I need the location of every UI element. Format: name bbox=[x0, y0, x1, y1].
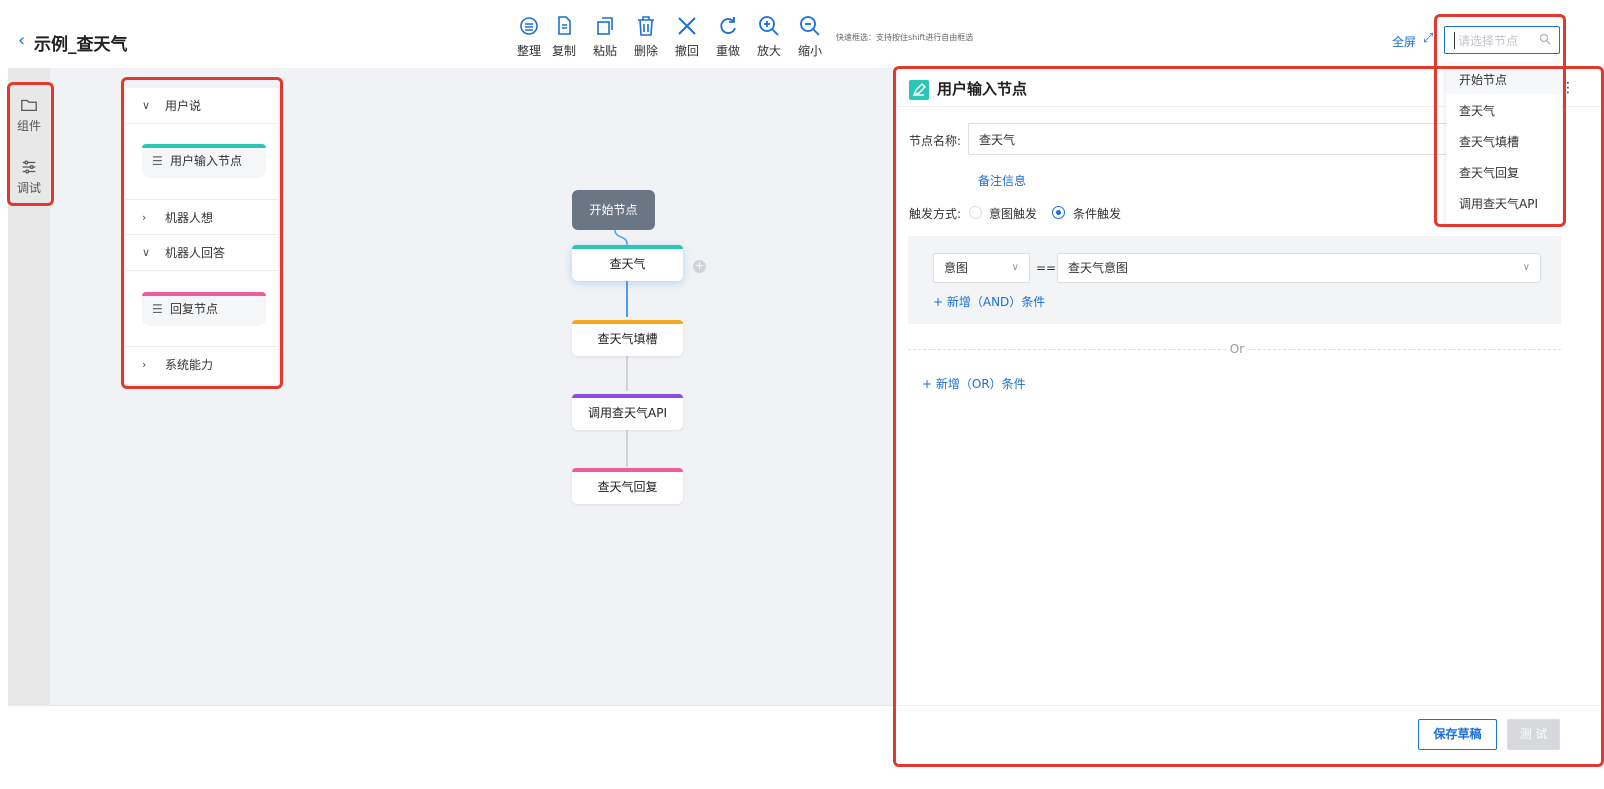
chevron-down-icon: ∨ bbox=[142, 246, 151, 259]
drag-handle-icon: ☰ bbox=[152, 302, 163, 316]
node-dropdown: 开始节点 查天气 查天气填槽 查天气回复 调用查天气API bbox=[1446, 64, 1562, 224]
node-name-label: 节点名称: bbox=[909, 134, 962, 148]
condition-value-select[interactable]: 查天气意图 ∨ bbox=[1057, 253, 1541, 283]
add-and-condition-link[interactable]: + 新增（AND）条件 bbox=[933, 293, 1045, 310]
search-icon bbox=[1539, 33, 1551, 45]
node-color-bar bbox=[572, 394, 683, 398]
trigger-condition-label: 条件触发 bbox=[1073, 207, 1122, 221]
toolbar-undo-button[interactable]: 撤回 bbox=[667, 14, 707, 59]
folder-icon bbox=[21, 99, 37, 112]
chevron-down-icon: ∨ bbox=[1522, 262, 1530, 273]
zoom-out-icon bbox=[800, 16, 820, 36]
flow-node-weather-reply[interactable]: 查天气回复 bbox=[572, 468, 683, 504]
flow-node-weather[interactable]: 查天气 bbox=[572, 245, 683, 281]
chevron-down-icon: ∨ bbox=[142, 99, 151, 112]
flow-node-start[interactable]: 开始节点 bbox=[572, 190, 655, 230]
node-search-input[interactable] bbox=[1454, 32, 1534, 49]
toolbar-paste-button[interactable]: 粘贴 bbox=[585, 14, 625, 59]
rail-debug-button[interactable]: 调试 bbox=[8, 158, 50, 196]
divider bbox=[897, 705, 1604, 706]
toolbar-arrange-button[interactable]: 整理 bbox=[509, 14, 549, 59]
redo-icon bbox=[720, 17, 736, 34]
expand-icon[interactable]: ⤢ bbox=[1423, 31, 1433, 46]
edit-icon bbox=[909, 80, 929, 100]
sliders-icon bbox=[22, 160, 36, 174]
toolbar-redo-button[interactable]: 重做 bbox=[708, 14, 748, 59]
close-icon bbox=[678, 17, 696, 35]
add-or-condition-link[interactable]: + 新增（OR）条件 bbox=[922, 375, 1026, 392]
chevron-down-icon: ∨ bbox=[1011, 262, 1019, 273]
test-button[interactable]: 测 试 bbox=[1507, 719, 1560, 750]
or-label: Or bbox=[1227, 340, 1247, 358]
reply-node-card[interactable]: ☰ 回复节点 bbox=[142, 292, 266, 326]
back-icon[interactable]: ‹ bbox=[18, 30, 25, 51]
node-color-bar bbox=[572, 468, 683, 472]
section-user-says[interactable]: ∨ 用户说 bbox=[126, 88, 278, 124]
node-search-box[interactable] bbox=[1444, 26, 1560, 54]
paste-icon bbox=[597, 17, 613, 35]
more-icon[interactable]: ⋮ bbox=[1561, 80, 1575, 96]
condition-operator: == bbox=[1036, 261, 1057, 275]
dropdown-option[interactable]: 查天气回复 bbox=[1446, 159, 1562, 187]
add-node-button[interactable]: + bbox=[693, 260, 706, 273]
trigger-intent-radio[interactable] bbox=[969, 206, 982, 219]
save-draft-button[interactable]: 保存草稿 bbox=[1418, 719, 1497, 750]
toolbar-zoom-out-button[interactable]: 缩小 bbox=[790, 14, 830, 59]
dropdown-option[interactable]: 查天气填槽 bbox=[1446, 128, 1562, 156]
fullscreen-button[interactable]: 全屏 bbox=[1392, 33, 1416, 50]
chevron-right-icon: › bbox=[142, 211, 147, 224]
toolbar-zoom-in-button[interactable]: 放大 bbox=[749, 14, 789, 59]
user-input-node-card[interactable]: ☰ 用户输入节点 bbox=[142, 144, 266, 178]
node-color-bar bbox=[572, 245, 683, 249]
section-system-abilities[interactable]: › 系统能力 bbox=[126, 346, 278, 382]
flow-node-weather-api[interactable]: 调用查天气API bbox=[572, 394, 683, 430]
dropdown-option[interactable]: 调用查天气API bbox=[1446, 190, 1562, 218]
flow-node-weather-slot[interactable]: 查天气填槽 bbox=[572, 320, 683, 356]
dropdown-option[interactable]: 开始节点 bbox=[1446, 66, 1562, 94]
rail-components-button[interactable]: 组件 bbox=[8, 96, 50, 134]
section-robot-thinks[interactable]: › 机器人想 bbox=[126, 199, 278, 235]
selection-hint: 快速框选：支持按住shift进行自由框选 bbox=[836, 33, 974, 42]
component-panel: ∨ 用户说 ☰ 用户输入节点 › 机器人想 ∨ 机器人回答 ☰ 回复节点 › 系… bbox=[126, 88, 278, 384]
toolbar-delete-button[interactable]: 删除 bbox=[626, 14, 666, 59]
chevron-right-icon: › bbox=[142, 358, 147, 371]
remark-link[interactable]: 备注信息 bbox=[978, 172, 1026, 189]
trigger-intent-label: 意图触发 bbox=[989, 207, 1038, 221]
section-robot-answers[interactable]: ∨ 机器人回答 bbox=[126, 235, 278, 271]
trigger-condition-radio[interactable] bbox=[1052, 206, 1065, 219]
dropdown-option[interactable]: 查天气 bbox=[1446, 97, 1562, 125]
properties-title: 用户输入节点 bbox=[937, 80, 1028, 98]
condition-type-select[interactable]: 意图 ∨ bbox=[933, 253, 1030, 283]
copy-icon bbox=[558, 16, 571, 35]
node-color-bar bbox=[572, 320, 683, 324]
trigger-label: 触发方式: bbox=[909, 207, 962, 221]
zoom-in-icon bbox=[759, 16, 779, 36]
toolbar-copy-button[interactable]: 复制 bbox=[544, 14, 584, 59]
canvas-divider bbox=[8, 705, 896, 706]
drag-handle-icon: ☰ bbox=[152, 154, 163, 168]
arrange-icon bbox=[520, 17, 538, 35]
page-title: 示例_查天气 bbox=[34, 35, 128, 55]
trash-icon bbox=[638, 16, 654, 36]
